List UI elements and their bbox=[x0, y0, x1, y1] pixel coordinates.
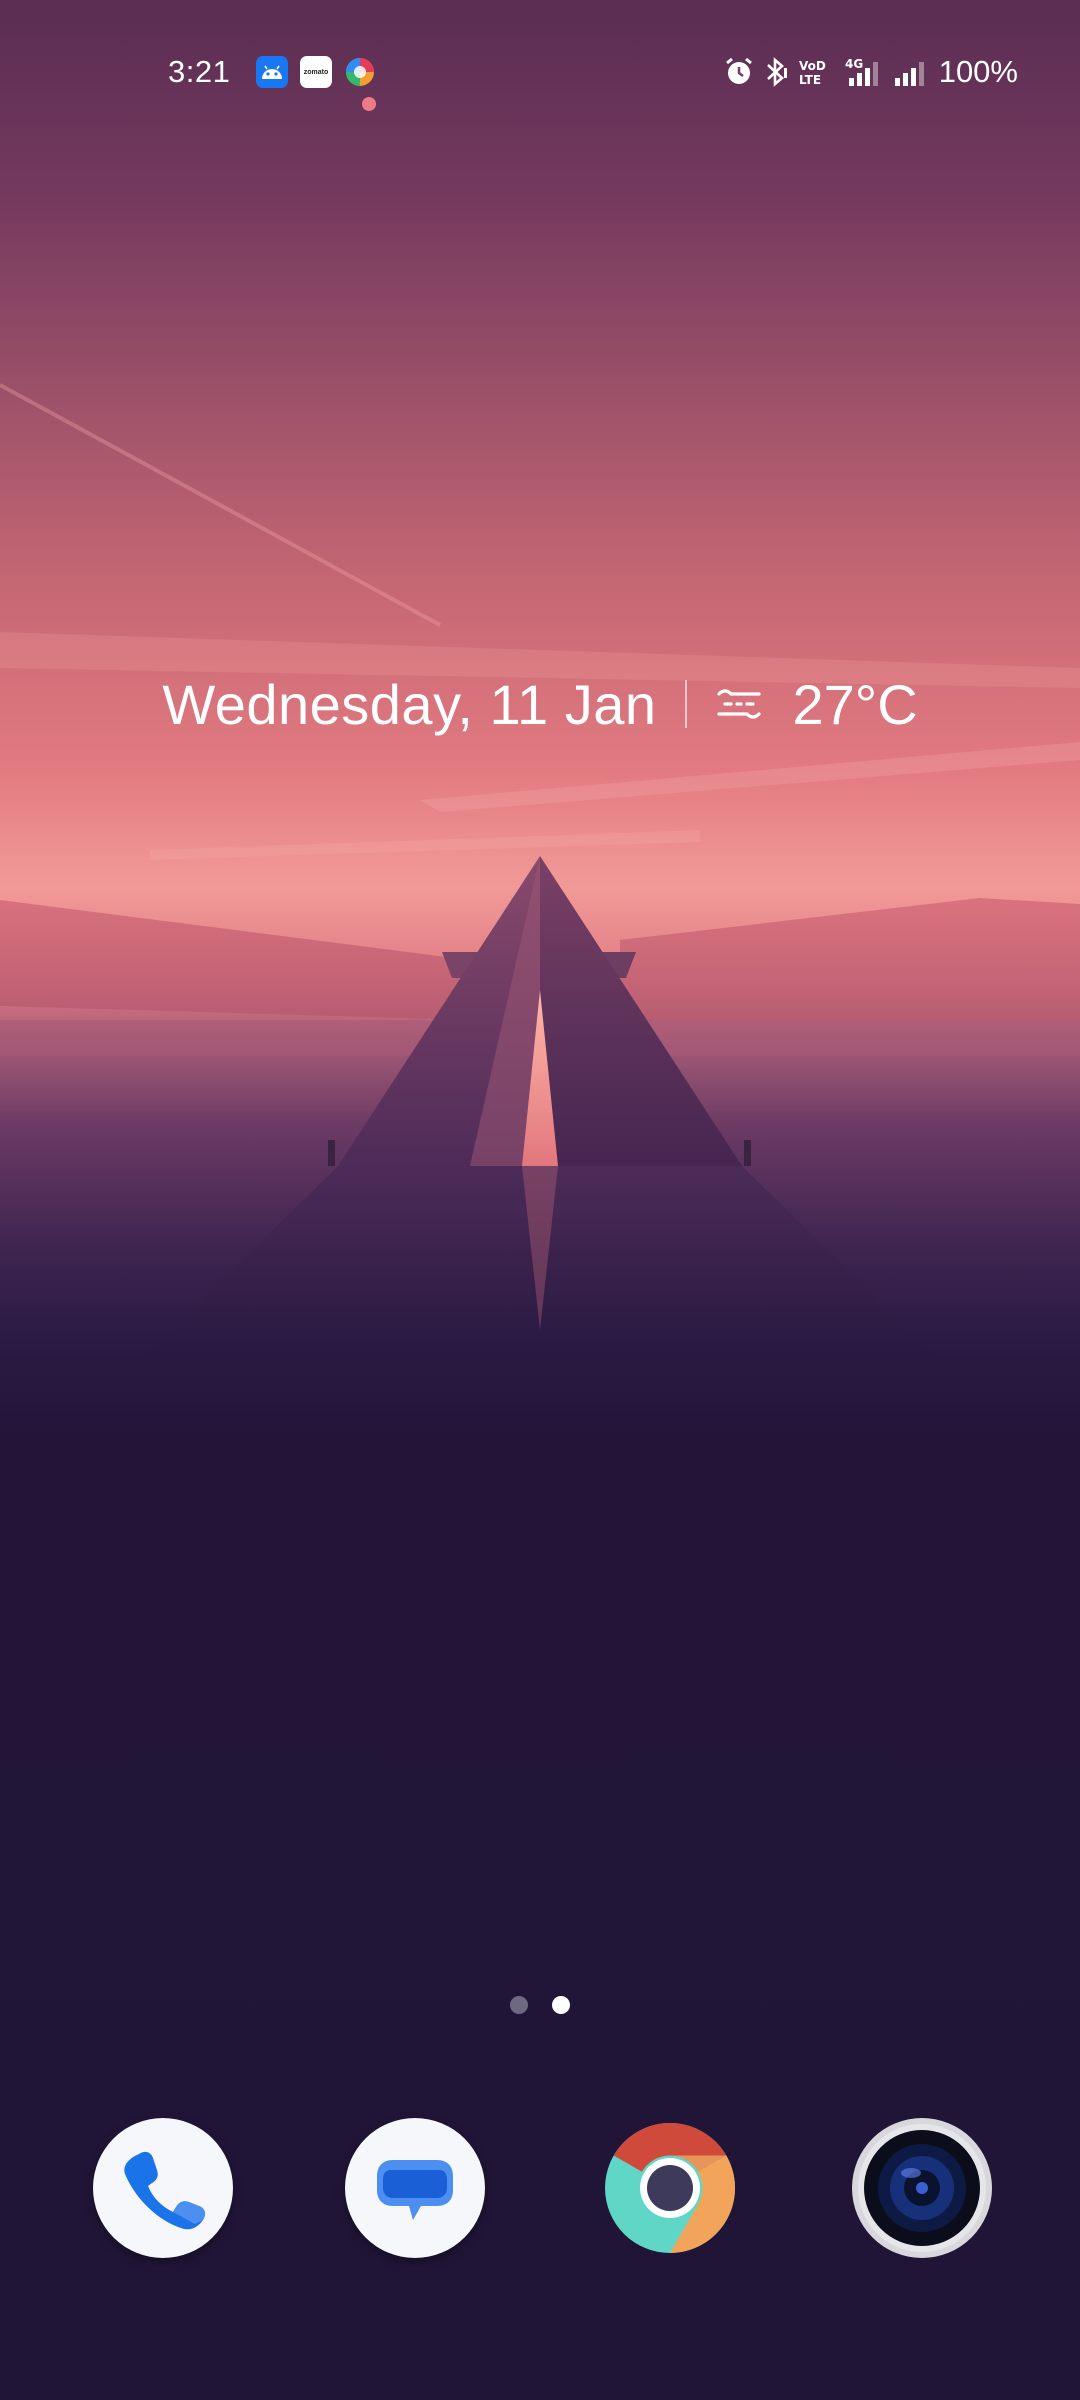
page-indicator[interactable] bbox=[0, 1996, 1080, 2014]
phone-icon bbox=[124, 2151, 206, 2230]
chrome-app[interactable] bbox=[600, 2118, 740, 2258]
widget-divider bbox=[684, 680, 687, 728]
volte-icon: VoDLTE bbox=[799, 59, 826, 87]
svg-text:4G: 4G bbox=[845, 57, 863, 71]
page-dot-2[interactable] bbox=[552, 1996, 570, 2014]
wallpaper bbox=[0, 383, 1080, 1380]
dock bbox=[0, 2118, 1080, 2258]
page-dot-1[interactable] bbox=[510, 1996, 528, 2014]
signal-4g-icon: 4G bbox=[845, 57, 878, 86]
alarm-icon bbox=[725, 57, 752, 84]
home-screen: 3:21 zomato VoD LTE 4G 100% Wednesday, 11… bbox=[0, 0, 1080, 2400]
svg-text:LTE: LTE bbox=[799, 73, 821, 87]
haze-icon bbox=[716, 689, 761, 719]
battery-level: 100% bbox=[938, 54, 1018, 89]
status-bar[interactable]: 3:21 zomato VoD LTE 4G 100% bbox=[0, 40, 1080, 111]
status-time: 3:21 bbox=[168, 54, 231, 89]
messages-icon bbox=[377, 2160, 453, 2220]
camera-icon bbox=[858, 2124, 986, 2252]
chrome-icon bbox=[605, 2123, 736, 2253]
notification-icons: zomato bbox=[256, 56, 376, 88]
messages-app[interactable] bbox=[345, 2118, 485, 2258]
signal-icon bbox=[894, 62, 924, 86]
bluetooth-icon bbox=[766, 57, 787, 87]
svg-text:VoD: VoD bbox=[799, 59, 826, 73]
system-icons: VoD LTE 4G 100% bbox=[723, 54, 1018, 90]
date-text[interactable]: Wednesday, 11 Jan bbox=[162, 672, 656, 737]
photos-icon bbox=[344, 56, 376, 88]
android-app-icon bbox=[256, 56, 288, 88]
zomato-icon: zomato bbox=[300, 56, 332, 88]
notification-dot bbox=[362, 97, 376, 111]
phone-app[interactable] bbox=[93, 2118, 233, 2258]
temperature-text[interactable]: 27°C bbox=[793, 672, 918, 737]
camera-app[interactable] bbox=[852, 2118, 992, 2258]
date-weather-widget[interactable]: Wednesday, 11 Jan 27°C bbox=[0, 664, 1080, 744]
